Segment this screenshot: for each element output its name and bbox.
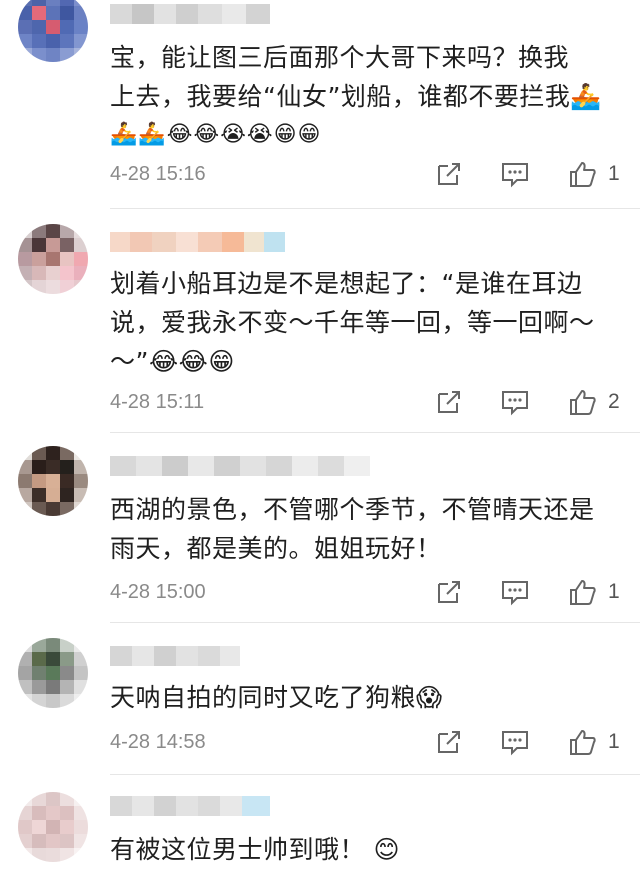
share-icon[interactable] [435, 578, 463, 606]
comment-line: 有被这位男士帅到哦！ 😊 [110, 835, 401, 864]
divider [110, 208, 640, 209]
comment-line: 雨天，都是美的。姐姐玩好！ [110, 534, 442, 563]
comment-line: 宝，能让图三后面那个大哥下来吗？换我 [110, 43, 570, 72]
comment-line: 天呐自拍的同时又吃了狗粮😱 [110, 683, 443, 712]
username-blurred[interactable] [110, 232, 285, 252]
avatar[interactable] [18, 446, 88, 516]
comment-meta: 4-28 15:11 2 [110, 388, 630, 416]
comment-text: 宝，能让图三后面那个大哥下来吗？换我 上去，我要给“仙女”划船，谁都不要拦我🚣 … [110, 38, 622, 148]
comment-line: 上去，我要给“仙女”划船，谁都不要拦我🚣 [110, 82, 603, 111]
divider [110, 432, 640, 433]
comment-text: 天呐自拍的同时又吃了狗粮😱 [110, 678, 622, 717]
avatar[interactable] [18, 638, 88, 708]
divider [110, 622, 640, 623]
comment-meta: 4-28 15:00 1 [110, 578, 630, 606]
reply-icon[interactable] [500, 578, 530, 606]
reply-icon[interactable] [500, 728, 530, 756]
share-icon[interactable] [435, 160, 463, 188]
emoji-row: 🚣🚣😂😂😭😭😁😁 [110, 122, 322, 147]
avatar[interactable] [18, 792, 88, 862]
timestamp: 4-28 15:11 [110, 391, 205, 413]
like-count: 1 [608, 580, 620, 603]
thumbs-up-icon[interactable] [568, 388, 598, 416]
like-count: 2 [608, 390, 620, 413]
username-blurred[interactable] [110, 796, 270, 816]
username-blurred[interactable] [110, 456, 370, 476]
username-blurred[interactable] [110, 646, 240, 666]
thumbs-up-icon[interactable] [568, 160, 598, 188]
comment-text: 西湖的景色，不管哪个季节，不管晴天还是 雨天，都是美的。姐姐玩好！ [110, 490, 622, 568]
avatar[interactable] [18, 0, 88, 62]
like-count: 1 [608, 730, 620, 753]
thumbs-up-icon[interactable] [568, 728, 598, 756]
comment-line: 西湖的景色，不管哪个季节，不管晴天还是 [110, 495, 595, 524]
avatar[interactable] [18, 224, 88, 294]
reply-icon[interactable] [500, 388, 530, 416]
comment-feed: 宝，能让图三后面那个大哥下来吗？换我 上去，我要给“仙女”划船，谁都不要拦我🚣 … [0, 0, 640, 876]
share-icon[interactable] [435, 728, 463, 756]
like-count: 1 [608, 162, 620, 185]
comment-meta: 4-28 15:16 1 [110, 160, 630, 188]
thumbs-up-icon[interactable] [568, 578, 598, 606]
divider [110, 774, 640, 775]
username-blurred[interactable] [110, 4, 270, 24]
share-icon[interactable] [435, 388, 463, 416]
comment-meta: 4-28 14:58 1 [110, 728, 630, 756]
comment-line: 划着小船耳边是不是想起了：“是谁在耳边 [110, 269, 583, 298]
reply-icon[interactable] [500, 160, 530, 188]
timestamp: 4-28 14:58 [110, 731, 206, 753]
timestamp: 4-28 15:16 [110, 163, 206, 185]
comment-text: 划着小船耳边是不是想起了：“是谁在耳边 说，爱我永不变～千年等一回，等一回啊～ … [110, 264, 622, 381]
timestamp: 4-28 15:00 [110, 581, 206, 603]
comment-line: 说，爱我永不变～千年等一回，等一回啊～ [110, 308, 595, 337]
comment-line: ～”😂😂😁 [110, 347, 235, 376]
comment-text: 有被这位男士帅到哦！ 😊 [110, 830, 622, 869]
